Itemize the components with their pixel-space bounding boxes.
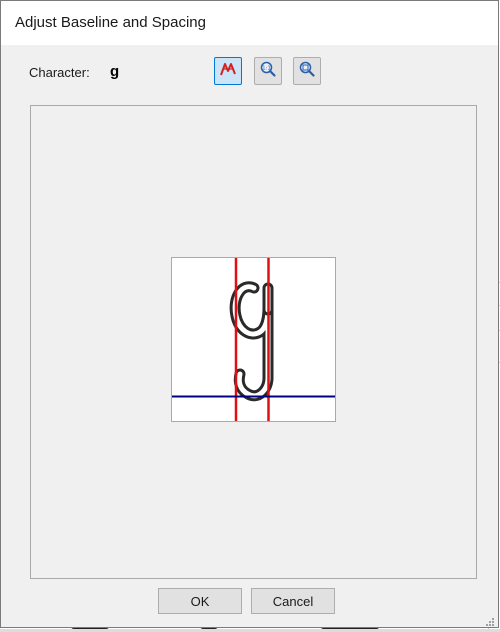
svg-text:1:1: 1:1 — [262, 65, 271, 71]
preview-canvas[interactable] — [30, 105, 477, 579]
zoom-actual-size-icon: 1:1 — [259, 60, 277, 83]
adjust-baseline-dialog: Adjust Baseline and Spacing Character: g… — [0, 0, 499, 628]
character-value: g — [110, 63, 120, 80]
dialog-title: Adjust Baseline and Spacing — [15, 14, 206, 31]
cancel-button[interactable]: Cancel — [251, 588, 335, 614]
dialog-titlebar[interactable]: Adjust Baseline and Spacing — [1, 1, 498, 45]
glyph-drawing — [172, 258, 335, 421]
zoom-fit-button[interactable] — [293, 57, 321, 85]
baseline-adjust-icon — [219, 60, 237, 83]
glyph-preview — [171, 257, 336, 422]
zoom-fit-icon — [298, 60, 316, 83]
zoom-actual-size-button[interactable]: 1:1 — [254, 57, 282, 85]
baseline-adjust-button[interactable] — [214, 57, 242, 85]
character-label: Character: — [29, 65, 90, 80]
resize-grip-icon[interactable] — [485, 614, 495, 626]
ok-button[interactable]: OK — [158, 588, 242, 614]
